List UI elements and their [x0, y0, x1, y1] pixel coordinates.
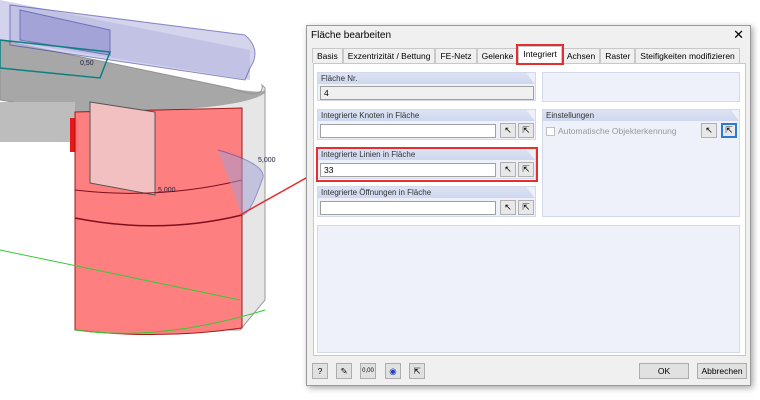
help-icon[interactable]: ? — [312, 363, 328, 379]
tab-fe-mesh[interactable]: FE-Netz — [435, 48, 477, 63]
auto-detect-checkbox[interactable] — [546, 127, 555, 136]
pick-icon[interactable]: ↖ — [500, 123, 516, 138]
openings-input[interactable] — [320, 201, 496, 215]
tab-stiffness[interactable]: Steifigkeiten modifizieren — [635, 48, 740, 63]
auto-detect-label: Automatische Objekterkennung — [558, 126, 677, 136]
tab-integrated[interactable]: Integriert — [516, 44, 564, 65]
empty-group — [542, 72, 740, 102]
window-opening — [89, 101, 156, 196]
group-label: Integrierte Knoten in Fläche — [318, 110, 535, 121]
dimension-label: 5,000 — [258, 157, 276, 164]
tab-basis[interactable]: Basis — [312, 48, 343, 63]
openings-group: Integrierte Öffnungen in Fläche ↖ ⇱ — [317, 186, 536, 217]
edit-icon[interactable]: ✎ — [336, 363, 352, 379]
dimension-label: 0,50 — [80, 60, 94, 67]
pick-icon[interactable]: ↖ — [500, 200, 516, 215]
highlight-box — [316, 147, 538, 182]
beam — [0, 102, 75, 142]
group-label: Einstellungen — [543, 110, 739, 121]
pick-multiple-icon[interactable]: ⇱ — [518, 200, 534, 215]
surface-no-field: 4 — [320, 86, 534, 100]
edit-surface-dialog: Fläche bearbeiten ✕ Basis Exzentrizität … — [306, 25, 751, 386]
group-label: Integrierte Öffnungen in Fläche — [318, 187, 535, 198]
tab-axes[interactable]: Achsen — [561, 48, 601, 63]
tab-grid[interactable]: Raster — [600, 48, 636, 63]
tab-eccentricity[interactable]: Exzentrizität / Bettung — [342, 48, 436, 63]
tab-bar: Basis Exzentrizität / Bettung FE-Netz Ge… — [312, 44, 740, 65]
comment-area — [317, 225, 740, 353]
pick-multiple-icon[interactable]: ⇱ — [409, 363, 425, 379]
tab-panel: Fläche Nr. 4 Integrierte Knoten in Fläch… — [313, 63, 746, 356]
dimension-label: 5,000 — [158, 187, 176, 194]
dialog-title: Fläche bearbeiten — [311, 30, 392, 41]
pick-icon[interactable]: ↖ — [701, 123, 717, 138]
group-label: Fläche Nr. — [318, 73, 535, 84]
units-icon[interactable]: 0,00 — [360, 363, 376, 379]
close-icon[interactable]: ✕ — [733, 27, 744, 43]
settings-group: Einstellungen Automatische Objekterkennu… — [542, 109, 740, 217]
surface-no-group: Fläche Nr. 4 — [317, 72, 536, 101]
pick-multiple-icon[interactable]: ⇱ — [518, 123, 534, 138]
cancel-button[interactable]: Abbrechen — [697, 363, 747, 379]
nodes-group: Integrierte Knoten in Fläche ↖ ⇱ — [317, 109, 536, 140]
pick-multiple-icon[interactable]: ⇱ — [721, 123, 737, 138]
ok-button[interactable]: OK — [639, 363, 689, 379]
view-icon[interactable]: ◉ — [385, 363, 401, 379]
tab-hinges[interactable]: Gelenke — [476, 48, 519, 63]
nodes-input[interactable] — [320, 124, 496, 138]
3d-model-view[interactable]: 0,50 5,000 5,000 — [0, 0, 306, 400]
